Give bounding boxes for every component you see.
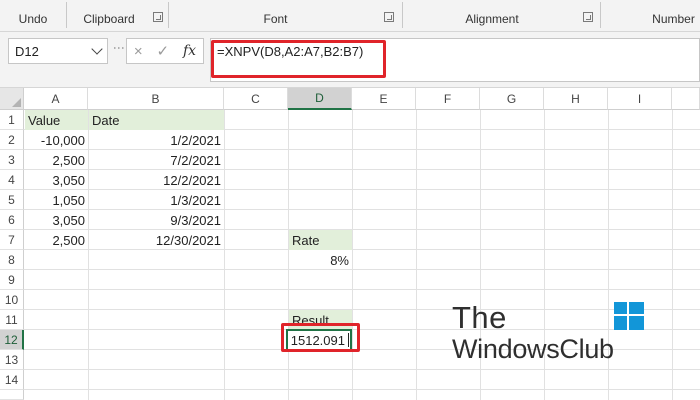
watermark-line1: The — [452, 300, 507, 335]
formula-highlight-box — [211, 40, 386, 78]
ribbon-group-font[interactable]: Font — [169, 0, 382, 32]
column-header-i[interactable]: I — [608, 88, 672, 110]
row-header-4[interactable]: 4 — [0, 170, 24, 190]
ribbon-group-number[interactable]: Number — [601, 0, 700, 32]
cell-d8[interactable]: 8% — [289, 250, 352, 270]
column-header-d[interactable]: D — [288, 88, 352, 110]
cell-b5[interactable]: 1/3/2021 — [89, 190, 224, 210]
clipboard-launcher-icon[interactable] — [153, 12, 163, 22]
cell-d7[interactable]: Rate — [289, 230, 352, 250]
select-all-button[interactable] — [0, 88, 24, 110]
watermark: The WindowsClub — [448, 300, 658, 370]
cell-b2[interactable]: 1/2/2021 — [89, 130, 224, 150]
row-header-11[interactable]: 11 — [0, 310, 24, 330]
gridline — [672, 110, 673, 400]
cell-b4[interactable]: 12/2/2021 — [89, 170, 224, 190]
gridline — [24, 289, 700, 290]
insert-function-icon[interactable]: fx — [183, 43, 196, 59]
row-header-12[interactable]: 12 — [0, 330, 24, 350]
cell-b3[interactable]: 7/2/2021 — [89, 150, 224, 170]
cell-a5[interactable]: 1,050 — [25, 190, 88, 210]
cell-a1[interactable]: Value — [25, 110, 88, 130]
result-highlight-box — [281, 323, 360, 352]
row-header-10[interactable]: 10 — [0, 290, 24, 310]
row-header-9[interactable]: 9 — [0, 270, 24, 290]
gridline — [224, 110, 225, 400]
cancel-icon[interactable]: × — [134, 43, 143, 60]
ribbon-group-clipboard[interactable]: Clipboard — [67, 0, 151, 32]
row-header-13[interactable]: 13 — [0, 350, 24, 370]
row-header-5[interactable]: 5 — [0, 190, 24, 210]
gridline — [24, 269, 700, 270]
gridline — [352, 110, 353, 400]
windows-logo-icon — [614, 302, 644, 330]
gridline — [24, 389, 700, 390]
alignment-launcher-icon[interactable] — [583, 12, 593, 22]
ribbon: Undo Clipboard Font Alignment Number — [0, 0, 700, 32]
column-header-g[interactable]: G — [480, 88, 544, 110]
gridline — [416, 110, 417, 400]
cell-a7[interactable]: 2,500 — [25, 230, 88, 250]
row-header-8[interactable]: 8 — [0, 250, 24, 270]
column-header-h[interactable]: H — [544, 88, 608, 110]
row-header-2[interactable]: 2 — [0, 130, 24, 150]
column-header-f[interactable]: F — [416, 88, 480, 110]
name-box-value: D12 — [15, 44, 39, 59]
cell-a3[interactable]: 2,500 — [25, 150, 88, 170]
column-header-a[interactable]: A — [24, 88, 88, 110]
chevron-down-icon[interactable] — [91, 43, 103, 55]
watermark-line2: WindowsClub — [452, 334, 614, 364]
row-header-1[interactable]: 1 — [0, 110, 24, 130]
font-launcher-icon[interactable] — [384, 12, 394, 22]
cell-b7[interactable]: 12/30/2021 — [89, 230, 224, 250]
row-header-14[interactable]: 14 — [0, 370, 24, 390]
ribbon-group-alignment[interactable]: Alignment — [403, 0, 581, 32]
column-header-c[interactable]: C — [224, 88, 288, 110]
name-box[interactable]: D12 — [8, 38, 108, 64]
row-header-3[interactable]: 3 — [0, 150, 24, 170]
cell-b6[interactable]: 9/3/2021 — [89, 210, 224, 230]
row-header-15[interactable] — [0, 390, 24, 400]
cell-a6[interactable]: 3,050 — [25, 210, 88, 230]
resize-handle-icon[interactable]: ⋮ — [112, 42, 126, 54]
row-header-7[interactable]: 7 — [0, 230, 24, 250]
ribbon-group-undo[interactable]: Undo — [0, 0, 66, 32]
enter-icon[interactable]: ✓ — [157, 42, 170, 60]
column-header-b[interactable]: B — [88, 88, 224, 110]
column-header-j[interactable] — [672, 88, 700, 110]
cell-b1[interactable]: Date — [89, 110, 224, 130]
cell-a4[interactable]: 3,050 — [25, 170, 88, 190]
formula-buttons: × ✓ fx — [126, 38, 204, 64]
column-header-e[interactable]: E — [352, 88, 416, 110]
cell-a2[interactable]: -10,000 — [25, 130, 88, 150]
row-header-6[interactable]: 6 — [0, 210, 24, 230]
